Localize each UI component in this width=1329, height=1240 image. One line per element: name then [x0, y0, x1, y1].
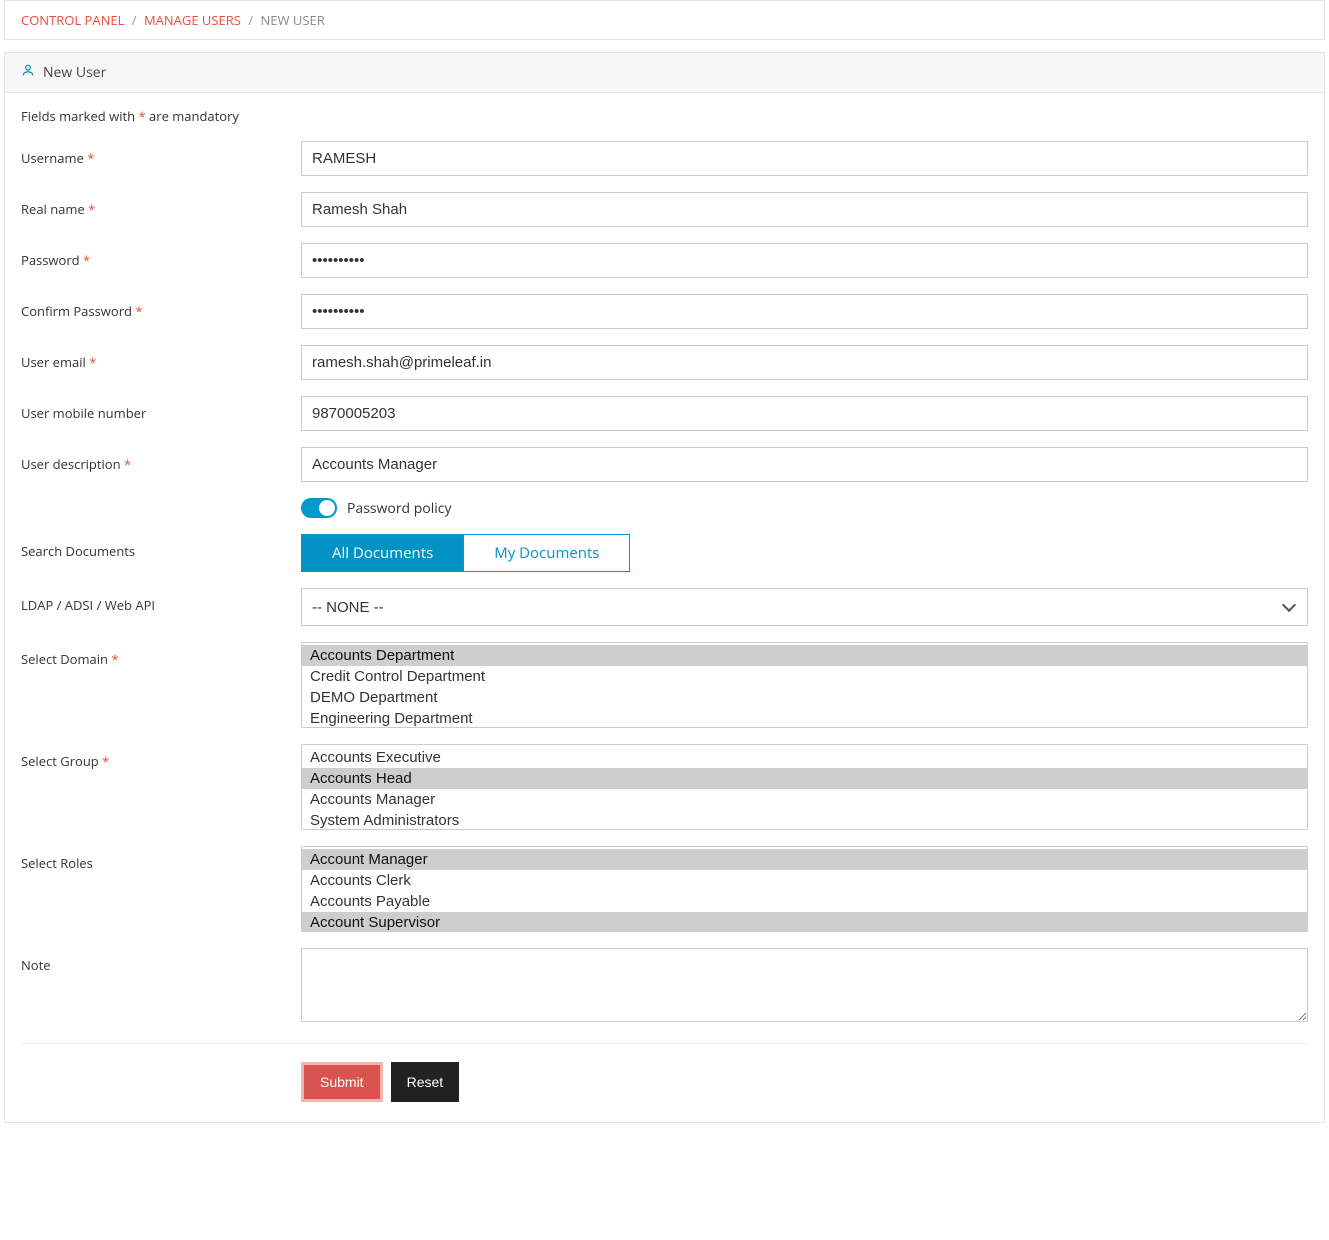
breadcrumb-current: NEW USER	[260, 11, 324, 29]
password-policy-label: Password policy	[347, 499, 452, 518]
panel-header: New User	[5, 53, 1324, 93]
list-item[interactable]: Account Supervisor	[302, 912, 1307, 932]
user-icon	[21, 63, 35, 82]
list-item[interactable]: Accounts Manager	[302, 789, 1307, 810]
roles-select[interactable]: Account ManagerAccounts ClerkAccounts Pa…	[301, 846, 1308, 932]
submit-button[interactable]: Submit	[301, 1062, 383, 1102]
mandatory-help-text: Fields marked with * are mandatory	[21, 107, 1308, 125]
label-email: User email *	[21, 345, 301, 371]
label-description: User description *	[21, 447, 301, 473]
label-roles: Select Roles	[21, 846, 301, 872]
breadcrumb-sep: /	[132, 11, 137, 29]
divider	[21, 1043, 1308, 1044]
realname-input[interactable]	[301, 192, 1308, 227]
group-select[interactable]: Accounts ExecutiveAccounts HeadAccounts …	[301, 744, 1308, 830]
label-confirm-password: Confirm Password *	[21, 294, 301, 320]
mobile-input[interactable]	[301, 396, 1308, 431]
list-item[interactable]: Accounts Clerk	[302, 870, 1307, 891]
search-documents-segmented: All Documents My Documents	[301, 534, 1308, 572]
label-search-documents: Search Documents	[21, 534, 301, 560]
segment-my-documents[interactable]: My Documents	[463, 534, 630, 572]
label-realname: Real name *	[21, 192, 301, 218]
list-item[interactable]: Accounts Head	[302, 768, 1307, 789]
new-user-panel: New User Fields marked with * are mandat…	[4, 52, 1325, 1123]
list-item[interactable]: Credit Control Department	[302, 666, 1307, 687]
list-item[interactable]: Engineering Department	[302, 708, 1307, 728]
breadcrumb-sep: /	[248, 11, 253, 29]
list-item[interactable]: Accounts Payable	[302, 891, 1307, 912]
domain-select[interactable]: Accounts DepartmentCredit Control Depart…	[301, 642, 1308, 728]
label-password: Password *	[21, 243, 301, 269]
ldap-select[interactable]: -- NONE --	[301, 588, 1308, 626]
list-item[interactable]: DEMO Department	[302, 687, 1307, 708]
breadcrumb: CONTROL PANEL / MANAGE USERS / NEW USER	[4, 0, 1325, 40]
breadcrumb-link-control-panel[interactable]: CONTROL PANEL	[21, 11, 124, 29]
label-domain: Select Domain *	[21, 642, 301, 668]
label-group: Select Group *	[21, 744, 301, 770]
list-item[interactable]: Accounts Executive	[302, 747, 1307, 768]
label-note: Note	[21, 948, 301, 974]
segment-all-documents[interactable]: All Documents	[301, 534, 463, 572]
list-item[interactable]: Account Manager	[302, 849, 1307, 870]
label-mobile: User mobile number	[21, 396, 301, 422]
label-ldap: LDAP / ADSI / Web API	[21, 588, 301, 614]
description-input[interactable]	[301, 447, 1308, 482]
confirm-password-input[interactable]	[301, 294, 1308, 329]
label-username: Username *	[21, 141, 301, 167]
password-policy-toggle[interactable]	[301, 498, 337, 518]
panel-title: New User	[43, 63, 106, 82]
list-item[interactable]: System Administrators	[302, 810, 1307, 830]
password-input[interactable]	[301, 243, 1308, 278]
username-input[interactable]	[301, 141, 1308, 176]
reset-button[interactable]: Reset	[391, 1062, 460, 1102]
breadcrumb-link-manage-users[interactable]: MANAGE USERS	[144, 11, 241, 29]
email-input[interactable]	[301, 345, 1308, 380]
note-textarea[interactable]	[301, 948, 1308, 1022]
list-item[interactable]: Accounts Department	[302, 645, 1307, 666]
